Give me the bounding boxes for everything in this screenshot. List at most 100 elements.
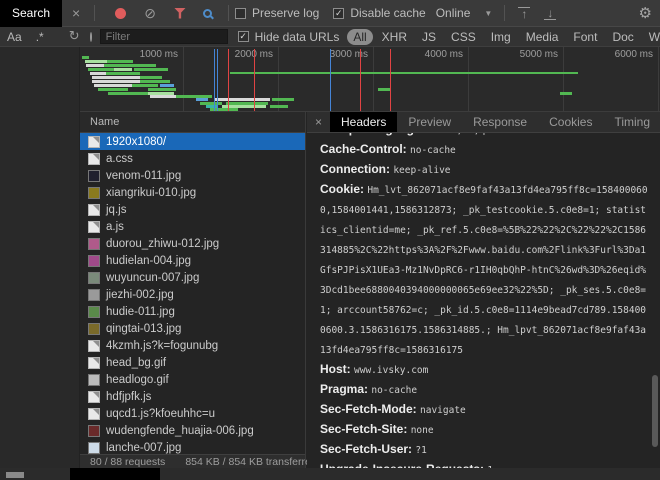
tab-headers[interactable]: Headers: [330, 112, 397, 132]
request-row[interactable]: hudielan-004.jpg: [80, 252, 305, 269]
headers-content: Accept-Language: zh-CN,zh;q=0.9Cache-Con…: [307, 133, 650, 468]
header-name: Connection:: [320, 162, 393, 176]
header-line: Upgrade-Insecure-Requests: 1: [320, 460, 650, 468]
waterfall-bar: [90, 72, 106, 75]
load-event-line: [360, 49, 361, 111]
name-column-header[interactable]: Name: [80, 112, 305, 133]
load-event-line: [390, 49, 391, 111]
filter-type-media[interactable]: Media: [520, 29, 565, 45]
header-name: Sec-Fetch-Mode:: [320, 402, 420, 416]
match-case-toggle[interactable]: Aa: [7, 30, 22, 44]
disable-cache-checkbox[interactable]: [333, 8, 344, 19]
request-row[interactable]: uqcd1.js?kfoeuhhc=u: [80, 405, 305, 422]
file-icon: [88, 136, 100, 148]
close-details-icon[interactable]: ×: [307, 112, 330, 132]
throttling-value: Online: [436, 6, 471, 20]
image-thumbnail-icon: [88, 170, 100, 182]
request-row[interactable]: venom-011.jpg: [80, 167, 305, 184]
header-value: www.ivsky.com: [354, 365, 428, 376]
filter-type-xhr[interactable]: XHR: [376, 29, 413, 45]
regex-toggle[interactable]: .*: [36, 30, 44, 44]
filter-toggle-icon[interactable]: [174, 8, 186, 19]
request-name: duorou_zhiwu-012.jpg: [106, 238, 219, 250]
tab-response[interactable]: Response: [462, 112, 538, 132]
clear-icon[interactable]: ⊘: [144, 6, 156, 20]
request-row[interactable]: hdfjpfk.js: [80, 388, 305, 405]
waterfall-bar: [107, 60, 133, 63]
request-row[interactable]: wudengfende_huajia-006.jpg: [80, 422, 305, 439]
close-search-icon[interactable]: ×: [64, 5, 88, 21]
devtools-toolbar: Search × ⊘ Preserve log Disable cache On…: [0, 0, 660, 27]
request-row[interactable]: head_bg.gif: [80, 354, 305, 371]
waterfall-bar: [160, 84, 174, 87]
request-name: headlogo.gif: [106, 374, 169, 386]
filter-type-ws[interactable]: WS: [643, 29, 660, 45]
image-thumbnail-icon: [88, 187, 100, 199]
filter-type-font[interactable]: Font: [567, 29, 603, 45]
request-row[interactable]: wuyuncun-007.jpg: [80, 269, 305, 286]
export-har-icon[interactable]: ↓: [544, 7, 556, 20]
waterfall-bar: [114, 68, 132, 71]
waterfall-bar: [140, 76, 162, 79]
waterfall-bar: [270, 105, 288, 108]
request-name: wuyuncun-007.jpg: [106, 272, 199, 284]
requests-rows: 1920x1080/a.css venom-011.jpg xiangrikui-0…: [80, 133, 305, 454]
filter-type-css[interactable]: CSS: [445, 29, 482, 45]
filter-type-doc[interactable]: Doc: [606, 29, 639, 45]
request-row[interactable]: qingtai-013.jpg: [80, 320, 305, 337]
clear-search-icon[interactable]: [90, 32, 92, 42]
hide-data-urls-label: Hide data URLs: [255, 30, 340, 44]
filter-type-js[interactable]: JS: [416, 29, 442, 45]
request-name: jq.js: [106, 204, 126, 216]
scrollbar-thumb[interactable]: [652, 375, 658, 447]
tick-label: 6000 ms: [80, 49, 653, 60]
request-row[interactable]: jq.js: [80, 201, 305, 218]
network-filter-input[interactable]: [100, 29, 228, 44]
header-line: Sec-Fetch-Site: none: [320, 420, 650, 440]
filter-bar: Aa .* ↻ Hide data URLs AllXHRJSCSSImgMed…: [0, 27, 660, 47]
request-name: venom-011.jpg: [106, 170, 181, 182]
tab-cookies[interactable]: Cookies: [538, 112, 603, 132]
request-row[interactable]: xiangrikui-010.jpg: [80, 184, 305, 201]
requests-panel: Name 1920x1080/a.css venom-011.jpg xiangri…: [80, 112, 306, 468]
tab-preview[interactable]: Preview: [397, 112, 462, 132]
header-line: Connection: keep-alive: [320, 160, 650, 180]
file-icon: [88, 204, 100, 216]
request-name: a.css: [106, 153, 133, 165]
header-value: no-cache: [371, 385, 417, 396]
request-row[interactable]: duorou_zhiwu-012.jpg: [80, 235, 305, 252]
request-row[interactable]: 1920x1080/: [80, 133, 305, 150]
filter-type-all[interactable]: All: [347, 29, 372, 45]
request-row[interactable]: a.css: [80, 150, 305, 167]
import-har-icon[interactable]: ↑: [518, 7, 530, 20]
search-drawer-tab[interactable]: Search: [0, 0, 62, 27]
request-row[interactable]: lanche-007.jpg: [80, 439, 305, 454]
record-icon[interactable]: [115, 8, 126, 19]
search-results-panel: [0, 47, 80, 468]
request-row[interactable]: headlogo.gif: [80, 371, 305, 388]
hide-data-urls-checkbox[interactable]: [238, 31, 249, 42]
filter-type-img[interactable]: Img: [485, 29, 517, 45]
search-icon[interactable]: [203, 9, 212, 18]
tab-timing[interactable]: Timing: [603, 112, 660, 132]
header-name: Cache-Control:: [320, 142, 410, 156]
waterfall-bar: [148, 88, 176, 91]
request-row[interactable]: 4kzmh.js?k=fogunubg: [80, 337, 305, 354]
request-name: wudengfende_huajia-006.jpg: [106, 425, 254, 437]
waterfall-bar: [92, 80, 140, 83]
waterfall-bar: [86, 64, 104, 67]
refresh-search-icon[interactable]: ↻: [69, 29, 80, 44]
settings-gear-icon[interactable]: ⚙: [639, 4, 652, 22]
overview-canvas[interactable]: 1000 ms2000 ms3000 ms4000 ms5000 ms6000 …: [80, 47, 660, 112]
preserve-log-checkbox[interactable]: [235, 8, 246, 19]
header-value: no-cache: [410, 145, 456, 156]
image-thumbnail-icon: [88, 425, 100, 437]
file-icon: [88, 153, 100, 165]
header-value: Hm_lvt_862071acf8e9faf43a13fd4ea795ff8c=…: [320, 185, 648, 356]
header-line: Pragma: no-cache: [320, 380, 650, 400]
waterfall-bar: [106, 72, 140, 75]
throttling-select[interactable]: Online ▼: [436, 6, 493, 20]
request-row[interactable]: a.js: [80, 218, 305, 235]
request-row[interactable]: hudie-011.jpg: [80, 303, 305, 320]
request-row[interactable]: jiezhi-002.jpg: [80, 286, 305, 303]
